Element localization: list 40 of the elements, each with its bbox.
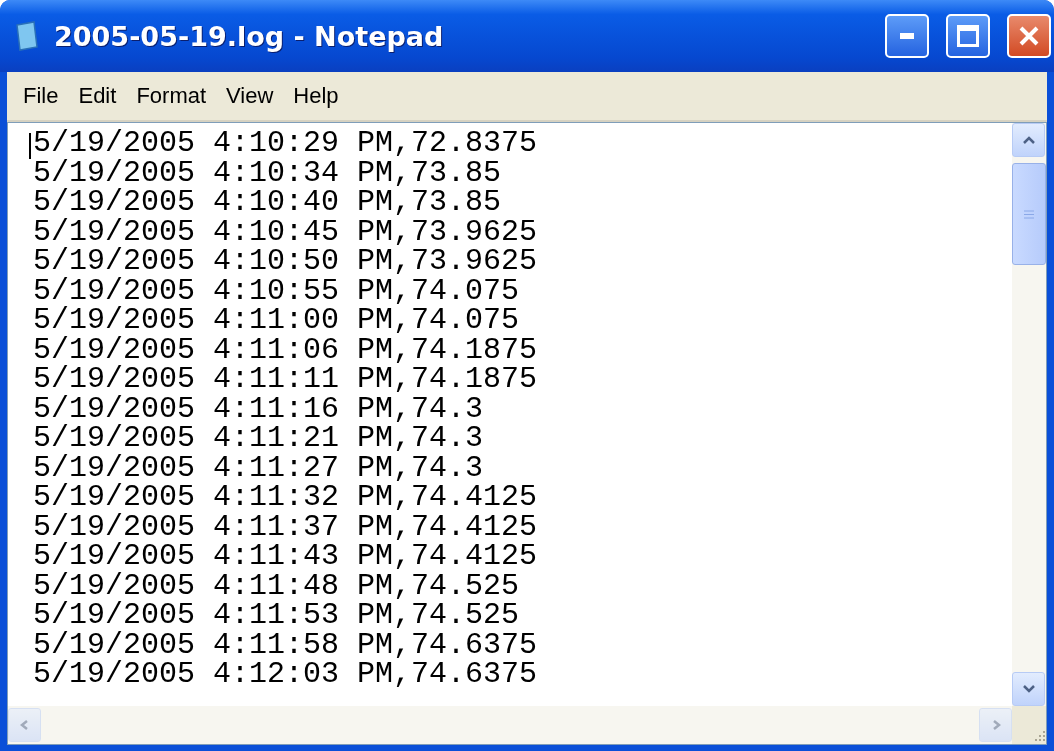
log-line: 5/19/2005 4:11:43 PM,74.4125 (33, 542, 538, 572)
log-line: 5/19/2005 4:11:11 PM,74.1875 (33, 365, 538, 395)
maximize-button[interactable] (946, 14, 990, 58)
chevron-down-icon (1021, 684, 1036, 694)
maximize-icon (957, 25, 979, 47)
minimize-button[interactable] (885, 14, 929, 58)
log-line: 5/19/2005 4:11:00 PM,74.075 (33, 306, 520, 336)
log-line: 5/19/2005 4:11:16 PM,74.3 (33, 394, 484, 424)
chevron-up-icon (1021, 135, 1036, 145)
log-line: 5/19/2005 4:11:58 PM,74.6375 (33, 630, 538, 660)
log-line: 5/19/2005 4:10:50 PM,73.9625 (33, 247, 538, 277)
menu-item[interactable]: Help (285, 83, 347, 109)
log-line: 5/19/2005 4:10:45 PM,73.9625 (33, 217, 538, 247)
vertical-scrollbar[interactable] (1012, 123, 1046, 706)
menu-item[interactable]: View (218, 83, 282, 109)
log-line: 5/19/2005 4:11:37 PM,74.4125 (33, 512, 538, 542)
close-icon (1018, 25, 1040, 47)
log-line: 5/19/2005 4:11:06 PM,74.1875 (33, 335, 538, 365)
log-line: 5/19/2005 4:10:29 PM,72.8375 (33, 129, 538, 159)
grip-icon (1024, 209, 1034, 219)
window-title: 2005-05-19.log - Notepad (54, 20, 445, 52)
log-line: 5/19/2005 4:11:27 PM,74.3 (33, 453, 484, 483)
log-line: 5/19/2005 4:11:21 PM,74.3 (33, 424, 484, 454)
menu-item[interactable]: File (15, 83, 67, 109)
menu-item[interactable]: Edit (70, 83, 125, 109)
scroll-up-button[interactable] (1012, 123, 1045, 157)
log-line: 5/19/2005 4:11:53 PM,74.525 (33, 601, 520, 631)
close-button[interactable] (1007, 14, 1051, 58)
log-line: 5/19/2005 4:11:32 PM,74.4125 (33, 483, 538, 513)
text-cursor (29, 133, 31, 159)
log-line: 5/19/2005 4:11:48 PM,74.525 (33, 571, 520, 601)
scroll-thumb[interactable] (1012, 163, 1046, 265)
notepad-icon (14, 21, 40, 51)
log-line: 5/19/2005 4:10:40 PM,73.85 (33, 188, 502, 218)
minimize-icon (900, 33, 914, 39)
log-line: 5/19/2005 4:10:55 PM,74.075 (33, 276, 520, 306)
menu-item[interactable]: Format (128, 83, 215, 109)
log-line: 5/19/2005 4:10:34 PM,73.85 (33, 158, 502, 188)
log-line: 5/19/2005 4:12:03 PM,74.6375 (33, 660, 538, 690)
scroll-down-button[interactable] (1012, 672, 1045, 706)
